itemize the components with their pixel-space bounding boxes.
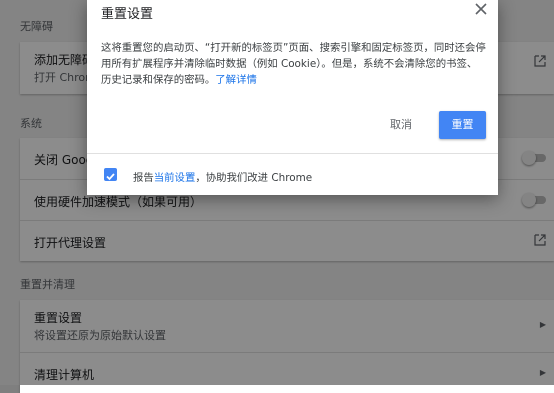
report-suffix: ，协助我们改进 Chrome <box>195 172 313 184</box>
cancel-button[interactable]: 取消 <box>382 114 420 136</box>
dialog-body-line-3: 历史记录和保存的密码。 <box>101 74 216 86</box>
current-settings-link[interactable]: 当前设置 <box>154 172 196 184</box>
dialog-body-line-2: 用所有扩展程序并清除临时数据（例如 Cookie）。但是，系统不会清除您的书签、 <box>101 58 478 70</box>
dialog-body: 这将重置您的启动页、“打开新的标签页”页面、搜索引擎和固定标签页，同时还会停 用… <box>101 40 489 88</box>
learn-more-link[interactable]: 了解详情 <box>215 74 257 86</box>
dialog-title: 重置设置 <box>101 7 154 22</box>
dialog-body-line-1: 这将重置您的启动页、“打开新的标签页”页面、搜索引擎和固定标签页，同时还会停 <box>101 42 486 54</box>
report-settings-checkbox[interactable] <box>104 168 117 181</box>
close-icon[interactable] <box>474 2 488 16</box>
report-text: 报告当前设置，协助我们改进 Chrome <box>133 169 312 184</box>
dialog-footer: 报告当前设置，协助我们改进 Chrome <box>87 153 498 195</box>
reset-settings-dialog: 重置设置 这将重置您的启动页、“打开新的标签页”页面、搜索引擎和固定标签页，同时… <box>87 0 498 195</box>
reset-button[interactable]: 重置 <box>439 111 486 139</box>
report-prefix: 报告 <box>133 172 154 184</box>
checkmark-icon <box>106 173 115 181</box>
